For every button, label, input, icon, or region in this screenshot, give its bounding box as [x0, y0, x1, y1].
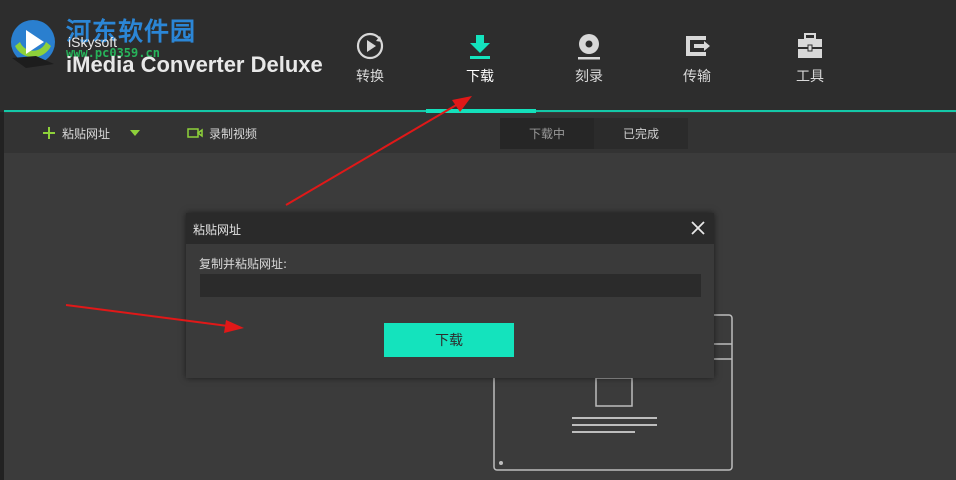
convert-icon [356, 32, 384, 60]
tab-completed[interactable]: 已完成 [594, 118, 688, 149]
plus-icon [43, 127, 55, 139]
transfer-icon [686, 36, 710, 56]
record-video-label: 录制视频 [209, 126, 258, 141]
app-logo-icon [11, 20, 55, 68]
video-camera-icon [187, 128, 203, 138]
top-header: 河东软件园 iSkysoft www.pc0359.cn iMedia Conv… [0, 0, 956, 112]
close-icon[interactable] [688, 218, 708, 238]
nav-tab-burn-label: 刻录 [575, 69, 603, 85]
nav-tab-tools[interactable]: 工具 [770, 30, 850, 90]
download-button[interactable]: 下载 [384, 323, 514, 357]
download-icon [470, 35, 490, 59]
nav-tab-transfer[interactable]: 传输 [657, 30, 737, 90]
download-toolbar: 粘贴网址 录制视频 下载中 已完成 [4, 113, 956, 153]
record-video-button[interactable]: 录制视频 [187, 113, 257, 153]
paste-url-label: 粘贴网址 [62, 126, 111, 141]
url-field-label: 复制并粘贴网址: [199, 257, 288, 271]
url-input[interactable] [200, 274, 701, 297]
paste-url-button[interactable]: 粘贴网址 [42, 113, 110, 153]
dialog-title: 粘贴网址 [193, 223, 242, 237]
tab-downloading[interactable]: 下载中 [500, 118, 594, 149]
nav-tab-download-label: 下载 [466, 69, 494, 85]
nav-tab-convert[interactable]: 转换 [330, 30, 410, 90]
app-window: 河东软件园 iSkysoft www.pc0359.cn iMedia Conv… [0, 0, 956, 480]
nav-tab-transfer-label: 传输 [683, 69, 711, 85]
app-title: iMedia Converter Deluxe [66, 52, 323, 77]
nav-tab-burn[interactable]: 刻录 [549, 30, 629, 90]
nav-tab-download[interactable]: 下载 [440, 30, 520, 90]
dialog-header: 粘贴网址 [186, 213, 714, 244]
nav-tab-convert-label: 转换 [356, 69, 384, 85]
chevron-down-icon[interactable] [130, 130, 140, 136]
nav-tab-tools-label: 工具 [796, 69, 824, 85]
paste-url-dialog: 粘贴网址 复制并粘贴网址: 下载 [186, 213, 714, 378]
burn-disc-icon [578, 34, 600, 60]
toolbox-icon [798, 33, 822, 58]
